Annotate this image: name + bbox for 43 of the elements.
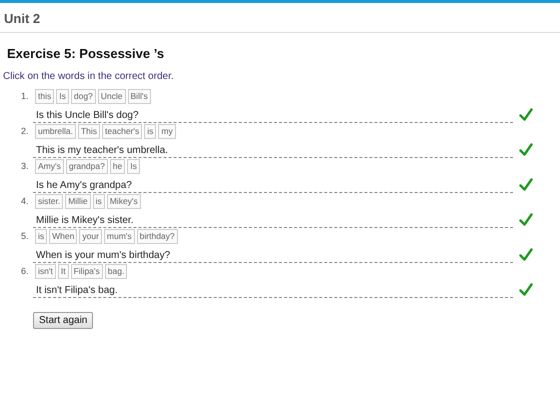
exercise-title: Exercise 5: Possessive ’s bbox=[7, 46, 166, 61]
answer-line: Is he Amy's grandpa? bbox=[33, 180, 513, 193]
word-tile[interactable]: Bill's bbox=[128, 88, 151, 104]
answer-line: Is this Uncle Bill's dog? bbox=[33, 110, 513, 123]
word-tile[interactable]: grandpa? bbox=[66, 158, 108, 174]
item-number: 1. bbox=[21, 91, 30, 101]
word-tile[interactable]: your bbox=[79, 228, 102, 244]
instruction-text: Click on the words in the correct order. bbox=[3, 71, 175, 82]
word-tile[interactable]: dog? bbox=[70, 88, 96, 104]
answer-line: Millie is Mikey's sister. bbox=[33, 215, 513, 228]
answer-line: When is your mum's birthday? bbox=[33, 250, 513, 263]
word-tile[interactable]: Uncle bbox=[98, 88, 126, 104]
word-tile[interactable]: Amy's bbox=[35, 158, 64, 174]
word-tile[interactable]: sister. bbox=[35, 194, 64, 208]
item-number: 4. bbox=[21, 196, 30, 206]
answer-line: This is my teacher's umbrella. bbox=[33, 145, 513, 158]
word-tile[interactable]: Filipa's bbox=[70, 264, 103, 278]
word-tile[interactable]: is bbox=[35, 228, 48, 244]
word-tile[interactable]: bag. bbox=[104, 264, 128, 278]
item-number: 5. bbox=[21, 231, 30, 241]
word-tile[interactable]: he bbox=[110, 158, 126, 174]
word-tile[interactable]: It bbox=[58, 264, 69, 278]
word-tile[interactable]: is bbox=[92, 194, 105, 208]
word-tile[interactable]: isn't bbox=[35, 264, 56, 278]
word-tile[interactable]: birthday? bbox=[136, 228, 178, 244]
item-number: 2. bbox=[21, 126, 30, 136]
item-number: 6. bbox=[21, 266, 30, 276]
unit-title: Unit 2 bbox=[3, 10, 42, 28]
answer-line: It isn't Filipa's bag. bbox=[33, 285, 513, 298]
word-tile[interactable]: Millie bbox=[65, 194, 91, 208]
word-tile[interactable]: is bbox=[144, 124, 156, 138]
word-tile[interactable]: umbrella. bbox=[35, 124, 76, 138]
word-tile[interactable]: mum's bbox=[104, 228, 135, 244]
word-tile[interactable]: Is bbox=[56, 88, 69, 104]
word-tile[interactable]: my bbox=[158, 124, 176, 138]
word-tile[interactable]: this bbox=[35, 88, 54, 104]
word-tile[interactable]: When bbox=[49, 228, 78, 244]
word-tile[interactable]: Mikey's bbox=[106, 194, 141, 208]
word-tile[interactable]: This bbox=[78, 124, 100, 138]
word-tile[interactable]: teacher's bbox=[102, 124, 142, 138]
item-number: 3. bbox=[21, 161, 30, 171]
start-again-button[interactable]: Start again bbox=[33, 312, 94, 329]
word-tile[interactable]: Is bbox=[127, 158, 140, 174]
